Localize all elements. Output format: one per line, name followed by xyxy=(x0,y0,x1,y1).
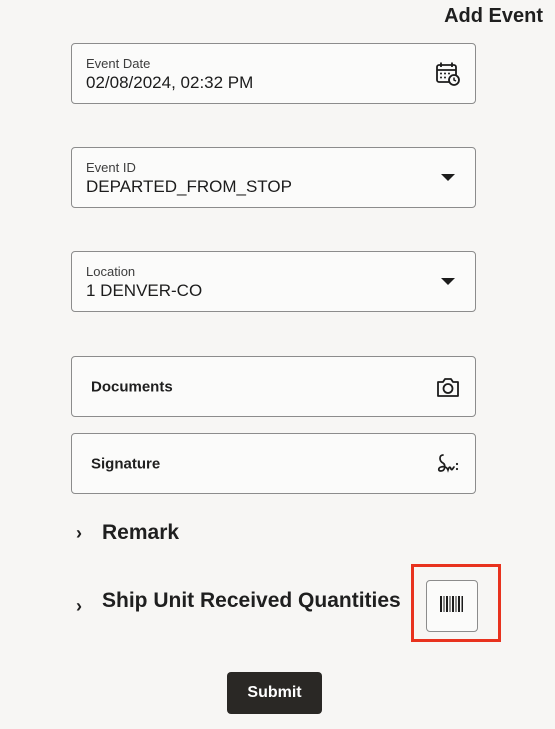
event-id-value: DEPARTED_FROM_STOP xyxy=(86,177,292,196)
remark-section-toggle[interactable]: › Remark xyxy=(76,521,179,545)
event-id-select[interactable]: Event ID DEPARTED_FROM_STOP xyxy=(71,147,476,208)
chevron-right-icon: › xyxy=(76,596,82,616)
event-date-field[interactable]: Event Date 02/08/2024, 02:32 PM xyxy=(71,43,476,104)
signature-icon[interactable] xyxy=(435,451,461,477)
dropdown-caret-icon[interactable] xyxy=(435,165,461,191)
documents-label: Documents xyxy=(91,378,173,395)
remark-label: Remark xyxy=(102,521,180,544)
page-title: Add Event xyxy=(444,5,543,27)
dropdown-caret-icon[interactable] xyxy=(435,269,461,295)
location-select[interactable]: Location 1 DENVER-CO xyxy=(71,251,476,312)
submit-button[interactable]: Submit xyxy=(227,672,322,714)
signature-field[interactable]: Signature xyxy=(71,433,476,494)
highlight-box xyxy=(411,564,501,642)
chevron-right-icon: › xyxy=(76,522,82,543)
ship-unit-section-toggle[interactable]: › Ship Unit Received Quantities xyxy=(76,584,401,617)
event-date-value: 02/08/2024, 02:32 PM xyxy=(86,73,254,92)
camera-icon[interactable] xyxy=(435,374,461,400)
location-label: Location xyxy=(86,264,136,279)
location-value: 1 DENVER-CO xyxy=(86,281,203,300)
documents-field[interactable]: Documents xyxy=(71,356,476,417)
event-date-label: Event Date xyxy=(86,56,151,71)
calendar-clock-icon[interactable] xyxy=(435,61,461,87)
ship-unit-label: Ship Unit Received Quantities xyxy=(102,588,401,612)
signature-label: Signature xyxy=(91,455,161,472)
event-id-label: Event ID xyxy=(86,160,136,175)
